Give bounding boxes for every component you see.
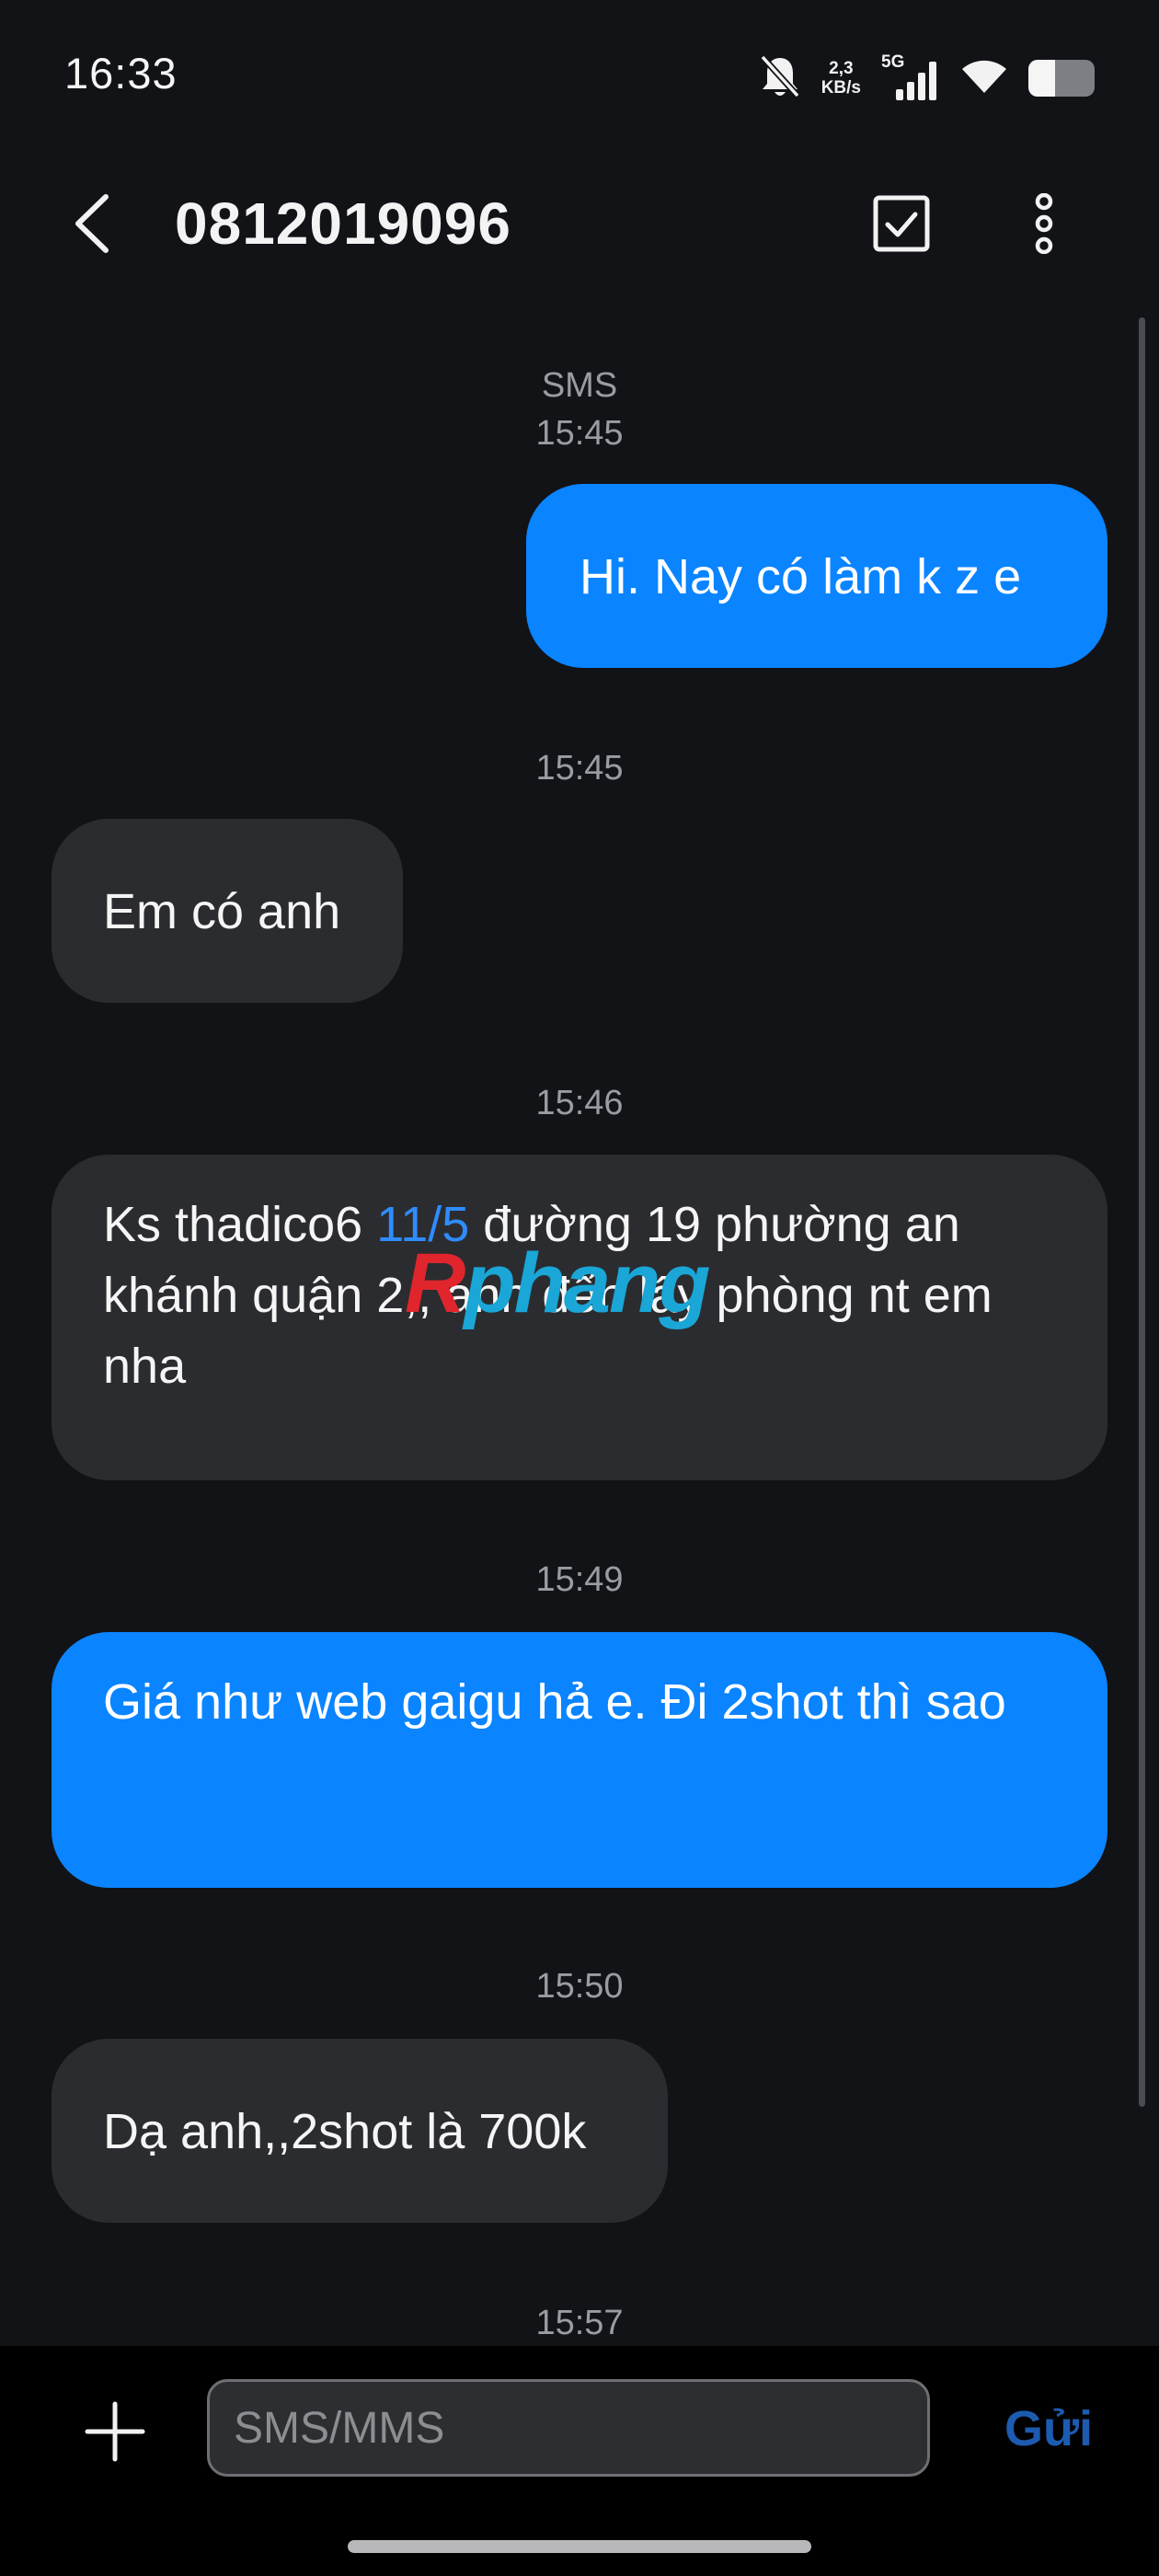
message-text: Giá như web gaigu hả e. Đi 2shot thì sao [103, 1674, 1006, 1730]
message-text: Hi. Nay có làm k z e [580, 549, 1022, 604]
select-checkbox-icon [872, 194, 931, 258]
net-speed-value: 2,3 [829, 59, 854, 78]
message-text: Dạ anh,,2shot là 700k [103, 2104, 587, 2159]
bell-off-icon [759, 53, 801, 104]
status-icons: 2,3 KB/s 5G [759, 46, 1095, 110]
message-bubble-outgoing[interactable]: Giá như web gaigu hả e. Đi 2shot thì sao [52, 1632, 1107, 1888]
composer-bar: Gửi [0, 2346, 1159, 2576]
send-button[interactable]: Gửi [984, 2383, 1113, 2475]
message-text: Ks thadico6 [103, 1197, 377, 1252]
battery-icon [1028, 60, 1095, 97]
message-time: 15:50 [535, 1967, 624, 2006]
address-link[interactable]: 11/5 [376, 1197, 469, 1252]
scrollbar[interactable] [1139, 317, 1145, 2107]
message-list[interactable]: SMS 15:45 Hi. Nay có làm k z e 15:45 Em … [0, 304, 1159, 2346]
back-arrow-icon [71, 191, 113, 260]
message-time: 15:49 [535, 1560, 624, 1599]
message-time: 15:45 [535, 749, 624, 788]
status-bar: 16:33 2,3 KB/s 5G [0, 0, 1159, 138]
message-input[interactable] [207, 2379, 930, 2477]
wifi-icon [960, 56, 1008, 101]
message-bubble-outgoing[interactable]: Hi. Nay có làm k z e [526, 484, 1107, 668]
channel-label: SMS [541, 366, 618, 405]
conversation-header: 0812019096 [0, 156, 1159, 294]
signal-icon: 5G [881, 52, 940, 104]
more-options-button[interactable] [1007, 189, 1081, 262]
net-speed: 2,3 KB/s [821, 59, 861, 98]
status-time: 16:33 [64, 49, 178, 98]
message-time: 15:45 [535, 414, 624, 453]
battery-fill [1028, 60, 1055, 97]
message-bubble-incoming[interactable]: Em có anh [52, 819, 403, 1003]
net-speed-unit: KB/s [820, 78, 861, 98]
message-time: 15:46 [535, 1084, 624, 1122]
back-button[interactable] [55, 189, 129, 262]
message-bubble-incoming[interactable]: Ks thadico6 11/5 đường 19 phường an khán… [52, 1155, 1107, 1480]
contact-title: 0812019096 [175, 190, 511, 257]
message-text: Em có anh [103, 884, 341, 939]
message-time: 15:57 [535, 2304, 624, 2342]
message-bubble-incoming[interactable]: Dạ anh,,2shot là 700k [52, 2039, 668, 2223]
plus-icon [85, 2401, 145, 2467]
select-messages-button[interactable] [865, 189, 938, 262]
messages-screen: 16:33 2,3 KB/s 5G 0812019096 SMS 15:45 H… [0, 0, 1159, 2576]
home-indicator[interactable] [348, 2540, 811, 2553]
more-vertical-icon [1028, 192, 1060, 259]
attach-button[interactable] [78, 2397, 152, 2470]
